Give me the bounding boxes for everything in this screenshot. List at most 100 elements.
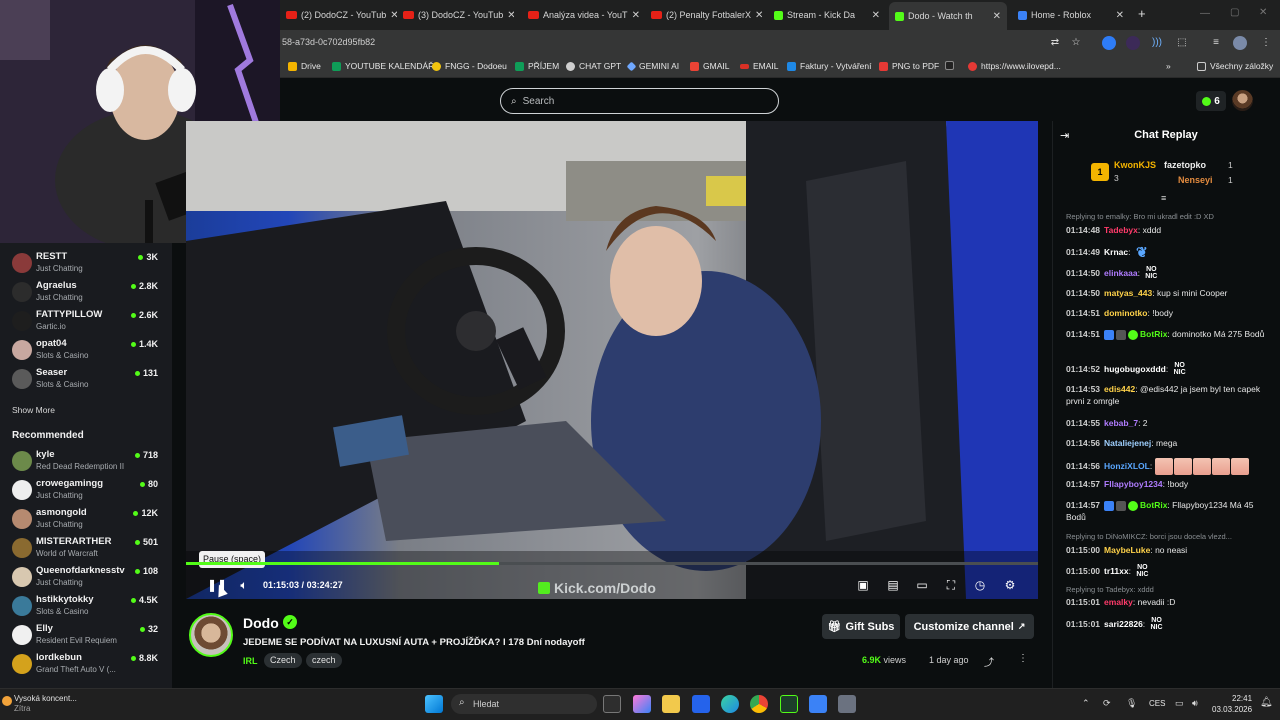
- sidebar-channel[interactable]: Queenofdarknesstv Just Chatting 108: [12, 564, 162, 592]
- bookmark-faktury[interactable]: Faktury - Vytváření: [787, 61, 871, 71]
- maximize-icon[interactable]: ▢: [1230, 7, 1239, 18]
- user-avatar[interactable]: [1232, 90, 1253, 111]
- edge-icon[interactable]: [721, 695, 739, 713]
- extensions-puzzle-icon[interactable]: ⬚: [1175, 36, 1189, 50]
- sidebar-channel[interactable]: Agraelus Just Chatting 2.8K: [12, 279, 162, 307]
- sidebar-channel[interactable]: lordkebun Grand Theft Auto V (... 8.8K: [12, 651, 162, 679]
- miniplayer-icon[interactable]: ▭: [915, 578, 929, 592]
- tag-pill[interactable]: czech: [306, 653, 342, 668]
- more-options-icon[interactable]: ⋮: [1018, 653, 1028, 664]
- translate-icon[interactable]: ⇄: [1048, 36, 1062, 50]
- sidebar-channel[interactable]: MISTERARTHER World of Warcraft 501: [12, 535, 162, 563]
- bookmark-star-icon[interactable]: ☆: [1069, 36, 1083, 50]
- minimize-icon[interactable]: —: [1200, 8, 1210, 19]
- mod-badge-icon: [1104, 500, 1115, 511]
- clip-icon[interactable]: ▣: [856, 578, 870, 592]
- bookmark-email[interactable]: EMAIL: [740, 61, 779, 71]
- theater-mode-icon[interactable]: ▤: [886, 578, 900, 592]
- settings-gear-icon[interactable]: ⚙: [1003, 578, 1017, 592]
- customize-channel-button[interactable]: Customize channel ↗: [905, 614, 1034, 639]
- close-window-icon[interactable]: ✕: [1259, 7, 1267, 18]
- copilot-icon[interactable]: [633, 695, 651, 713]
- bookmark-fngg[interactable]: FNGG - Dodoeu: [432, 61, 507, 71]
- sidebar-channel[interactable]: FATTYPILLOW Gartic.io 2.6K: [12, 308, 162, 336]
- bookmark-youtube-kalendar[interactable]: YOUTUBE KALENDÁŘ: [332, 61, 434, 71]
- kicks-balance[interactable]: 6: [1196, 91, 1226, 111]
- bookmark-gmail[interactable]: GMAIL: [690, 61, 729, 71]
- media-control-icon[interactable]: ≡: [1209, 36, 1223, 50]
- network-icon[interactable]: ▭: [1175, 698, 1184, 709]
- speaker-icon[interactable]: 🔊︎: [1192, 698, 1198, 709]
- file-explorer-icon[interactable]: [662, 695, 680, 713]
- browser-tab[interactable]: (2) DodoCZ - YouTub ✕: [280, 4, 397, 26]
- bookmark-ilovepdf[interactable]: https://www.ilovepd...: [968, 61, 1061, 71]
- recommended-heading: Recommended: [12, 430, 84, 441]
- sync-icon[interactable]: ⟳: [1103, 698, 1111, 709]
- browser-menu-icon[interactable]: ⋮: [1259, 36, 1273, 50]
- sidebar-channel[interactable]: kyle Red Dead Redemption II 718: [12, 448, 162, 476]
- close-icon[interactable]: ✕: [390, 10, 397, 21]
- streamer-avatar[interactable]: [189, 613, 233, 657]
- url-field[interactable]: 58-a73d-0c702d95fb82: [282, 37, 375, 47]
- weather-widget[interactable]: Vysoká koncent... Zítra: [14, 694, 77, 714]
- extension-icon[interactable]: [1102, 36, 1116, 50]
- mute-icon[interactable]: ✕: [872, 10, 886, 21]
- extension-icon[interactable]: [1126, 36, 1140, 50]
- browser-tab[interactable]: Analýza videa - YouT ✕: [522, 4, 640, 26]
- browser-tab[interactable]: (3) DodoCZ - YouTub ✕: [397, 4, 514, 26]
- browser-tab[interactable]: Home - Roblox ✕: [1012, 4, 1130, 26]
- outlook-icon[interactable]: [692, 695, 710, 713]
- show-more-button[interactable]: Show More: [12, 405, 55, 415]
- sidebar-channel[interactable]: hstikkytokky Slots & Casino 4.5K: [12, 593, 162, 621]
- language-indicator[interactable]: CES: [1149, 699, 1165, 708]
- sidebar-channel[interactable]: RESTT Just Chatting 3K: [12, 250, 162, 278]
- close-icon[interactable]: ✕: [507, 10, 514, 21]
- extension-icon[interactable]: ))): [1150, 36, 1164, 50]
- bookmark-chatgpt[interactable]: CHAT GPT: [566, 61, 621, 71]
- bookmark-s[interactable]: S: [945, 61, 954, 70]
- browser-tab[interactable]: Stream - Kick Da ✕: [768, 4, 886, 26]
- sidebar-channel[interactable]: crowegamingg Just Chatting 80: [12, 477, 162, 505]
- capcut-icon[interactable]: [780, 695, 798, 713]
- sidebar-channel[interactable]: asmongold Just Chatting 12K: [12, 506, 162, 534]
- tag-pill[interactable]: Czech: [264, 653, 302, 668]
- search-input[interactable]: ⌕ Search: [500, 88, 779, 114]
- browser-tab[interactable]: (2) Penalty FotbalerX ✕: [645, 4, 765, 26]
- sidebar-channel[interactable]: Seaser Slots & Casino 131: [12, 366, 162, 394]
- browser-tab-active[interactable]: Dodo - Watch th ✕: [889, 2, 1007, 30]
- stream-category[interactable]: IRL: [243, 656, 258, 666]
- bookmark-png-to-pdf[interactable]: PNG to PDF: [879, 61, 939, 71]
- close-icon[interactable]: ✕: [1116, 10, 1130, 21]
- sidebar-channel[interactable]: opat04 Slots & Casino 1.4K: [12, 337, 162, 365]
- progress-bar[interactable]: [186, 562, 1038, 565]
- notifications-icon[interactable]: 🔔︎: [1260, 697, 1273, 708]
- video-player[interactable]: [186, 121, 1038, 599]
- expand-gifters-icon[interactable]: ≡: [1161, 193, 1166, 203]
- fullscreen-icon[interactable]: ⛶: [944, 578, 958, 592]
- tray-chevron-icon[interactable]: ⌃: [1082, 698, 1090, 709]
- streamer-name[interactable]: Dodo: [243, 615, 279, 631]
- windows-start-icon[interactable]: [425, 695, 443, 713]
- more-bookmarks-icon[interactable]: »: [1166, 61, 1171, 71]
- taskbar-search[interactable]: Hledat: [451, 694, 597, 714]
- bookmark-prijem[interactable]: PŘÍJEM: [515, 61, 559, 71]
- profile-avatar-icon[interactable]: [1233, 36, 1247, 50]
- volume-icon[interactable]: 🔈︎: [237, 578, 251, 592]
- task-view-icon[interactable]: [603, 695, 621, 713]
- close-icon[interactable]: ✕: [632, 10, 640, 21]
- all-bookmarks[interactable]: Všechny záložky: [1197, 61, 1273, 71]
- bookmark-drive[interactable]: Drive: [288, 61, 321, 71]
- chrome-icon[interactable]: [750, 695, 768, 713]
- system-clock[interactable]: 22:41 03.03.2026: [1212, 693, 1252, 715]
- calculator-icon[interactable]: [838, 695, 856, 713]
- share-icon[interactable]: ⤴: [984, 654, 994, 669]
- new-tab-icon[interactable]: +: [1138, 6, 1146, 21]
- gift-subs-button[interactable]: 🎁︎ Gift Subs: [822, 614, 900, 639]
- bookmark-gemini[interactable]: GEMINI AI: [626, 61, 679, 71]
- microphone-icon[interactable]: 🎙︎: [1126, 698, 1137, 709]
- playback-speed-icon[interactable]: ◷: [973, 578, 987, 592]
- whiteboard-icon[interactable]: [809, 695, 827, 713]
- close-icon[interactable]: ✕: [993, 11, 1007, 22]
- close-icon[interactable]: ✕: [755, 10, 765, 21]
- sidebar-channel[interactable]: Elly Resident Evil Requiem 32: [12, 622, 162, 650]
